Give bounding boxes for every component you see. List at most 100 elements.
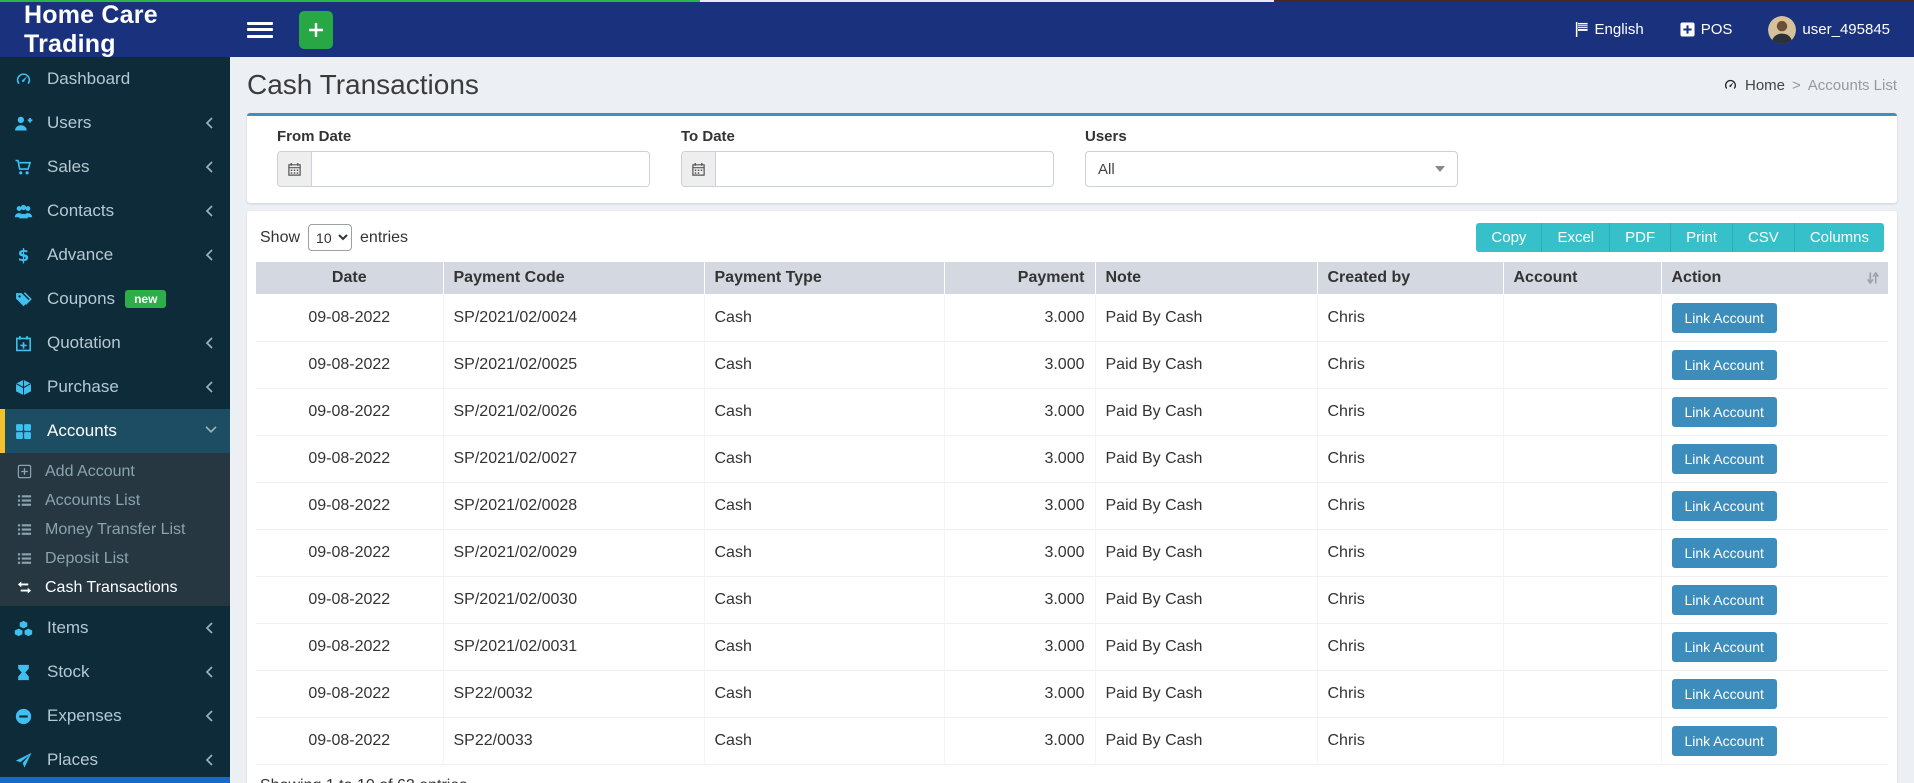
sidebar-subitem-accounts-list[interactable]: Accounts List xyxy=(0,486,230,515)
top-hairline xyxy=(0,0,1914,2)
cell-payment: 3.000 xyxy=(943,576,1095,624)
sidebar-item-stock[interactable]: Stock xyxy=(0,650,230,694)
sidebar-subitem-cash-transactions[interactable]: Cash Transactions xyxy=(0,573,230,602)
hamburger-icon[interactable] xyxy=(247,20,273,40)
link-account-button[interactable]: Link Account xyxy=(1671,584,1777,615)
cell-action: Link Account xyxy=(1660,670,1888,718)
sidebar-item-sales[interactable]: Sales xyxy=(0,145,230,189)
language-menu[interactable]: English xyxy=(1574,21,1644,38)
table-card: Show 10 entries Copy Excel PDF Print CSV Colu… xyxy=(247,211,1897,783)
tags-icon xyxy=(14,291,34,308)
column-header-payment-type[interactable]: Payment Type xyxy=(703,262,944,294)
from-date-label: From Date xyxy=(277,128,352,145)
column-header-created-by[interactable]: Created by xyxy=(1316,262,1503,294)
link-account-button[interactable]: Link Account xyxy=(1671,443,1777,474)
calendar-icon xyxy=(278,152,312,186)
sidebar: Dashboard Users Sales Contacts $ Advance Coupo… xyxy=(0,57,230,783)
csv-export-button[interactable]: CSV xyxy=(1732,223,1795,252)
pos-menu[interactable]: POS xyxy=(1680,21,1733,38)
link-account-button[interactable]: Link Account xyxy=(1671,396,1777,427)
show-entries: Show 10 entries xyxy=(260,224,408,251)
language-label: English xyxy=(1594,21,1644,38)
link-account-button[interactable]: Link Account xyxy=(1671,490,1777,521)
column-header-payment[interactable]: Payment xyxy=(943,262,1095,294)
sidebar-item-dashboard[interactable]: Dashboard xyxy=(0,57,230,101)
transactions-table: Date Payment Code Payment Type Payment Note C… xyxy=(256,262,1888,765)
chevron-left-icon xyxy=(205,117,217,129)
sidebar-item-users[interactable]: Users xyxy=(0,101,230,145)
to-date-input[interactable] xyxy=(716,152,1053,186)
link-account-button[interactable]: Link Account xyxy=(1671,631,1777,662)
sidebar-item-items[interactable]: Items xyxy=(0,606,230,650)
cell-note: Paid By Cash xyxy=(1094,576,1317,624)
columns-export-button[interactable]: Columns xyxy=(1794,223,1884,252)
breadcrumb-separator: > xyxy=(1792,76,1801,94)
users-field-group: Users All xyxy=(1085,128,1458,187)
cell-created_by: Chris xyxy=(1316,435,1503,483)
cell-note: Paid By Cash xyxy=(1094,529,1317,577)
breadcrumb-home[interactable]: Home xyxy=(1745,77,1785,94)
users-icon xyxy=(14,203,34,220)
sidebar-item-contacts[interactable]: Contacts xyxy=(0,189,230,233)
users-select-value: All xyxy=(1098,160,1115,178)
from-date-input[interactable] xyxy=(312,152,649,186)
link-account-button[interactable]: Link Account xyxy=(1671,349,1777,380)
sidebar-item-quotation[interactable]: Quotation xyxy=(0,321,230,365)
page-size-select[interactable]: 10 xyxy=(308,224,353,251)
avatar xyxy=(1768,15,1797,44)
sidebar-subitem-money-transfer-list[interactable]: Money Transfer List xyxy=(0,515,230,544)
link-account-button[interactable]: Link Account xyxy=(1671,678,1777,709)
sidebar-menu: Dashboard Users Sales Contacts $ Advance Coupo… xyxy=(0,57,230,782)
copy-export-button[interactable]: Copy xyxy=(1476,223,1543,252)
sidebar-item-label: Places xyxy=(47,750,99,769)
user-menu[interactable]: user_495845 xyxy=(1768,15,1890,44)
print-export-button[interactable]: Print xyxy=(1671,223,1733,252)
sidebar-item-advance[interactable]: $ Advance xyxy=(0,233,230,277)
link-account-button[interactable]: Link Account xyxy=(1671,725,1777,756)
svg-text:$: $ xyxy=(18,247,29,264)
column-header-account[interactable]: Account xyxy=(1502,262,1661,294)
sidebar-subitem-label: Money Transfer List xyxy=(45,520,186,538)
pdf-export-button[interactable]: PDF xyxy=(1610,223,1672,252)
column-header-note[interactable]: Note xyxy=(1094,262,1317,294)
sidebar-subitem-label: Add Account xyxy=(45,462,135,480)
dollar-icon: $ xyxy=(14,247,34,264)
column-header-payment-code[interactable]: Payment Code xyxy=(442,262,704,294)
table-row: 09-08-2022 SP/2021/02/0029 Cash 3.000 Paid B… xyxy=(256,529,1888,577)
plus-square-o-icon xyxy=(17,464,34,479)
cell-date: 09-08-2022 xyxy=(256,670,443,718)
main-content: Cash Transactions Home > Accounts List F… xyxy=(230,57,1914,783)
sidebar-subitem-add-account[interactable]: Add Account xyxy=(0,457,230,486)
calendar-plus-icon xyxy=(14,335,34,352)
quick-add-button[interactable] xyxy=(299,10,333,49)
sidebar-subitem-label: Deposit List xyxy=(45,549,129,567)
sidebar-item-places[interactable]: Places xyxy=(0,738,230,782)
column-header-action[interactable]: Action xyxy=(1660,262,1888,294)
sidebar-item-label: Users xyxy=(47,113,92,132)
cell-account xyxy=(1502,717,1661,765)
sidebar-subitem-deposit-list[interactable]: Deposit List xyxy=(0,544,230,573)
sidebar-item-expenses[interactable]: Expenses xyxy=(0,694,230,738)
excel-export-button[interactable]: Excel xyxy=(1542,223,1611,252)
sidebar-item-label: Expenses xyxy=(47,706,122,725)
entries-label: entries xyxy=(360,228,409,246)
users-select[interactable]: All xyxy=(1085,151,1458,187)
cell-note: Paid By Cash xyxy=(1094,435,1317,483)
cell-created_by: Chris xyxy=(1316,293,1503,342)
link-account-button[interactable]: Link Account xyxy=(1671,302,1777,333)
sidebar-item-coupons[interactable]: Coupons new xyxy=(0,277,230,321)
cell-payment: 3.000 xyxy=(943,341,1095,389)
list-icon xyxy=(17,522,34,537)
caret-down-icon xyxy=(1435,166,1445,172)
sidebar-submenu-accounts: Add Account Accounts List Money Transfer L… xyxy=(0,453,230,606)
link-account-button[interactable]: Link Account xyxy=(1671,537,1777,568)
sort-icon[interactable] xyxy=(1866,271,1880,285)
sidebar-item-purchase[interactable]: Purchase xyxy=(0,365,230,409)
brand-logo[interactable]: Home Care Trading xyxy=(0,1,230,58)
cell-code: SP/2021/02/0025 xyxy=(442,341,704,389)
sidebar-item-accounts[interactable]: Accounts xyxy=(0,409,230,453)
chevron-left-icon xyxy=(205,754,217,766)
column-header-date[interactable]: Date xyxy=(256,262,443,294)
pos-label: POS xyxy=(1700,21,1733,38)
sidebar-item-label: Contacts xyxy=(47,201,115,220)
